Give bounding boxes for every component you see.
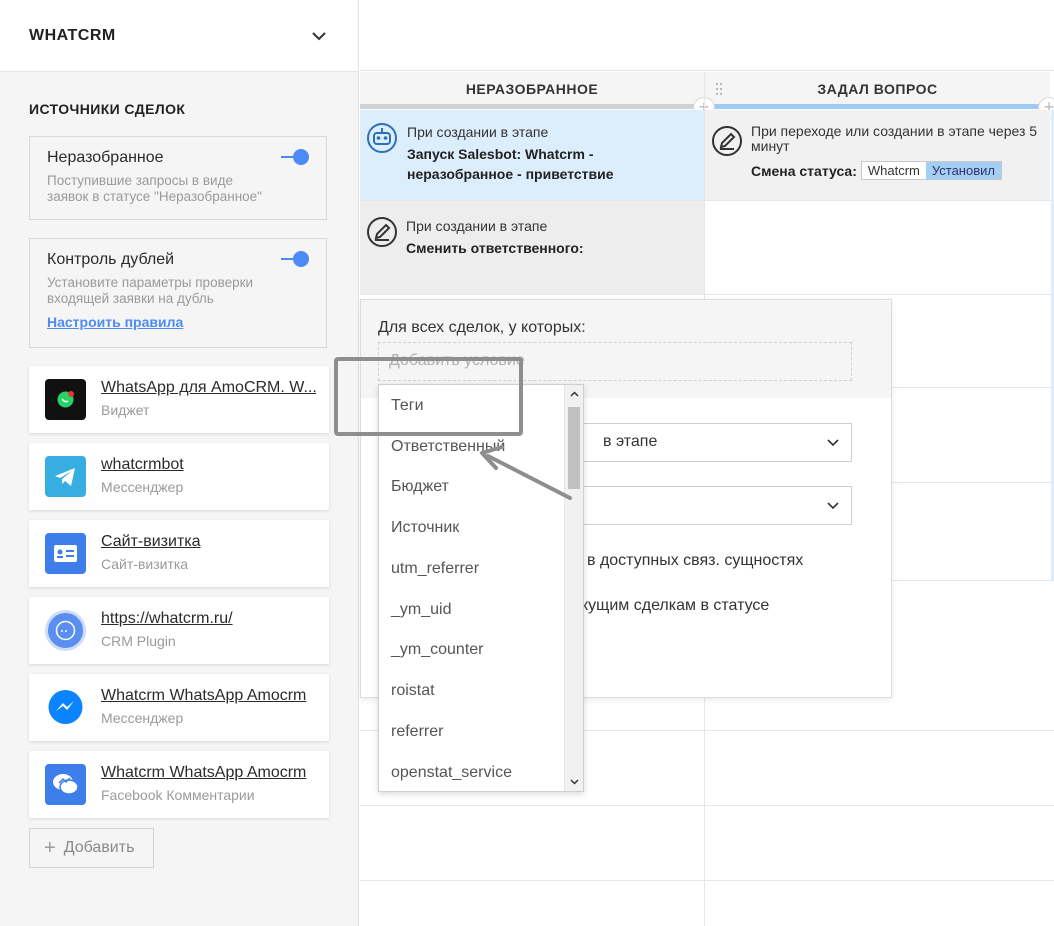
trigger-change-responsible[interactable]: При создании в этапе Сменить ответственн… <box>360 201 704 294</box>
source-card[interactable]: Whatcrm WhatsApp Amocrm Мессенджер <box>29 674 329 741</box>
arrow-annotation-icon <box>480 445 572 500</box>
trigger-action: Сменить ответственного: <box>406 240 584 256</box>
trigger-condition: При создании в этапе <box>406 218 548 234</box>
source-type: Виджет <box>101 402 150 418</box>
dropdown-option[interactable]: utm_referrer <box>391 560 479 578</box>
add-button-label: Добавить <box>63 839 135 856</box>
row-divider <box>360 294 1054 295</box>
pill-status: Установил <box>925 162 1001 179</box>
chat-bubbles-icon <box>45 610 86 651</box>
id-card-icon <box>45 533 86 574</box>
source-name[interactable]: WhatsApp для AmoCRM. W... <box>101 379 316 397</box>
duplicates-desc: Установите параметры проверки входящей з… <box>47 275 254 306</box>
unsorted-desc: Поступившие запросы в виде заявок в стат… <box>47 173 262 204</box>
source-type: CRM Plugin <box>101 633 176 649</box>
dropdown-option[interactable]: Бюджет <box>391 478 449 496</box>
pencil-icon <box>712 126 742 156</box>
dropdown-option[interactable]: roistat <box>391 682 435 700</box>
trigger-condition: При создании в этапе <box>407 124 549 140</box>
messenger-icon <box>45 687 86 728</box>
plus-icon: + <box>44 836 56 859</box>
dropdown-option[interactable]: _ym_uid <box>391 601 451 619</box>
status-label: Смена статуса: <box>751 162 857 179</box>
source-card[interactable]: WhatsApp для AmoCRM. W... Виджет <box>29 366 329 433</box>
drag-handle-icon[interactable] <box>715 82 723 96</box>
pencil-icon <box>367 217 397 247</box>
sidebar-header[interactable]: WHATCRM <box>0 0 358 72</box>
duplicates-toggle[interactable] <box>281 251 309 267</box>
highlight-annotation <box>334 357 523 436</box>
column-header-unsorted[interactable]: НЕРАЗОБРАННОЕ <box>360 72 704 109</box>
duplicates-box: Контроль дублей Установите параметры про… <box>29 238 327 348</box>
source-name[interactable]: Whatcrm WhatsApp Amocrm <box>101 687 316 705</box>
source-card[interactable]: Сайт-визитка Сайт-визитка <box>29 520 329 587</box>
app-root: WHATCRM ИСТОЧНИКИ СДЕЛОК Неразобранное П… <box>0 0 1054 926</box>
dropdown-option[interactable]: referrer <box>391 723 443 741</box>
trigger-action: Запуск Salesbot: Whatcrm - неразобранное… <box>407 146 614 182</box>
dropdown-option[interactable]: openstat_service <box>391 764 512 782</box>
popup-label: Для всех сделок, у которых: <box>378 319 586 336</box>
trigger-status-change[interactable]: При переходе или создании в этапе через … <box>705 110 1050 200</box>
sidebar: WHATCRM ИСТОЧНИКИ СДЕЛОК Неразобранное П… <box>0 0 359 926</box>
whatsapp-icon <box>45 379 86 420</box>
sidebar-title: WHATCRM <box>29 26 116 44</box>
scroll-up-icon[interactable] <box>570 390 579 399</box>
checkbox-label-current[interactable]: кущим сделкам в статусе <box>581 597 769 615</box>
source-type: Мессенджер <box>101 479 184 495</box>
section-title: ИСТОЧНИКИ СДЕЛОК <box>29 101 186 117</box>
chevron-down-icon[interactable] <box>310 27 328 45</box>
comments-icon <box>45 764 86 805</box>
source-type: Мессенджер <box>101 710 184 726</box>
add-source-button[interactable]: + Добавить <box>29 828 154 868</box>
chevron-down-icon <box>827 439 839 447</box>
unsorted-title: Неразобранное <box>47 149 164 166</box>
dropdown-option[interactable]: _ym_counter <box>391 641 484 659</box>
status-pill: Whatcrm Установил <box>860 161 1002 180</box>
telegram-icon <box>45 456 86 497</box>
duplicates-title: Контроль дублей <box>47 251 175 268</box>
source-name[interactable]: Сайт-визитка <box>101 533 316 551</box>
pill-pipeline: Whatcrm <box>861 162 926 179</box>
trigger-condition: При переходе или создании в этапе через … <box>751 123 1038 154</box>
source-type: Facebook Комментарии <box>101 787 255 803</box>
source-type: Сайт-визитка <box>101 556 189 572</box>
configure-rules-link[interactable]: Настроить правила <box>47 314 183 330</box>
row-divider <box>360 880 1054 881</box>
row-divider <box>360 805 1054 806</box>
select-value: в этапе <box>603 433 658 450</box>
robot-icon <box>367 123 397 153</box>
source-card[interactable]: https://whatcrm.ru/ CRM Plugin <box>29 597 329 664</box>
unsorted-box: Неразобранное Поступившие запросы в виде… <box>29 136 327 220</box>
source-name[interactable]: whatcrmbot <box>101 456 316 474</box>
trigger-salesbot[interactable]: При создании в этапе Запуск Salesbot: Wh… <box>360 110 704 200</box>
scroll-down-icon[interactable] <box>570 777 579 786</box>
dropdown-option[interactable]: Источник <box>391 519 459 537</box>
source-name[interactable]: Whatcrm WhatsApp Amocrm <box>101 764 316 782</box>
checkbox-label-related[interactable]: в доступных связ. сущностях <box>587 552 803 570</box>
status-change-row: Смена статуса: Whatcrm Установил <box>751 161 1002 180</box>
column-header-question[interactable]: ЗАДАЛ ВОПРОС <box>705 72 1050 109</box>
board-top-bar <box>360 0 1054 71</box>
unsorted-toggle[interactable] <box>281 149 309 165</box>
source-card[interactable]: whatcrmbot Мессенджер <box>29 443 329 510</box>
source-name[interactable]: https://whatcrm.ru/ <box>101 610 316 628</box>
chevron-down-icon <box>827 502 839 510</box>
source-card[interactable]: Whatcrm WhatsApp Amocrm Facebook Коммент… <box>29 751 329 818</box>
